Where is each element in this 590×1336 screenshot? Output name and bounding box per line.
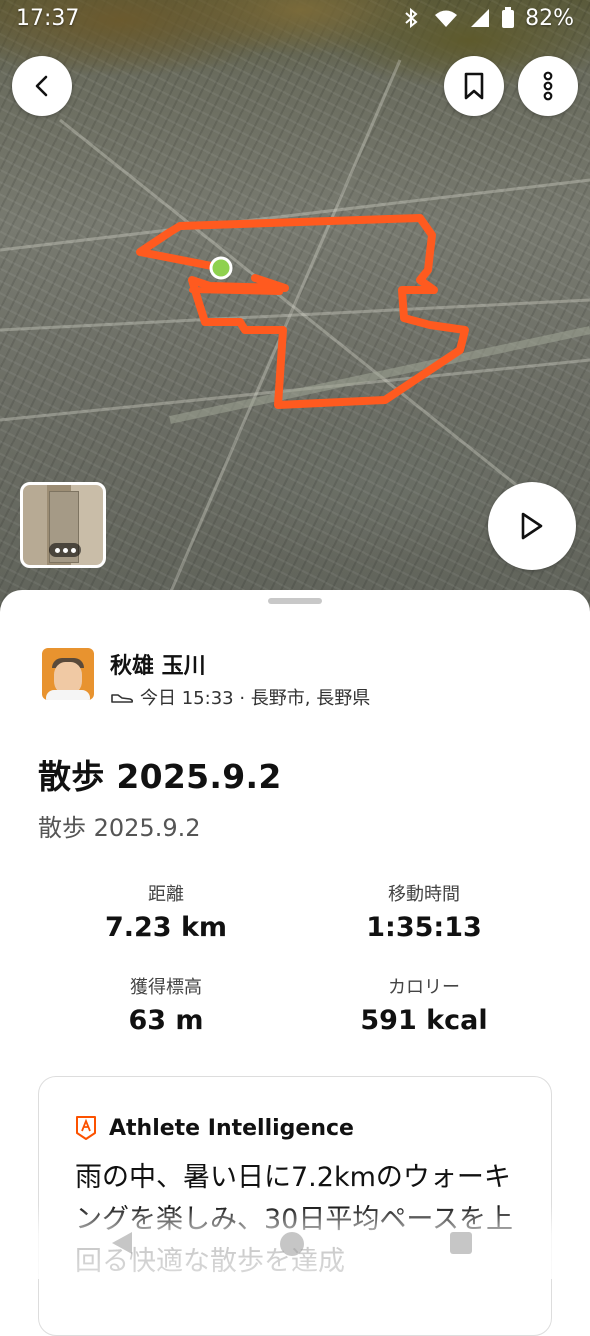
stat-distance: 距離 7.23 km: [46, 880, 286, 943]
activity-sheet: 秋雄 玉川 今日 15:33 · 長野市, 長野県 散歩 2025.9.2 散歩…: [0, 590, 590, 1336]
stat-calories: カロリー 591 kcal: [304, 973, 544, 1036]
photo-more-indicator: [49, 543, 81, 557]
status-time: 17:37: [16, 5, 80, 31]
start-marker: [209, 256, 233, 280]
stat-label: 移動時間: [388, 884, 460, 905]
battery-icon: [502, 7, 515, 28]
play-flyover-button[interactable]: [488, 482, 576, 570]
stat-value: 7.23 km: [104, 912, 228, 943]
chevron-left-icon: [35, 75, 48, 97]
photo-thumbnail[interactable]: [20, 482, 106, 568]
stat-value: 1:35:13: [366, 912, 482, 943]
nav-home-icon[interactable]: [278, 1230, 306, 1258]
shoe-icon: [111, 694, 134, 703]
stat-value: 591 kcal: [360, 1005, 488, 1036]
activity-title: 散歩 2025.9.2: [38, 757, 282, 796]
nav-recents-icon[interactable]: [448, 1230, 474, 1256]
stat-moving-time: 移動時間 1:35:13: [304, 880, 544, 943]
avatar[interactable]: [42, 648, 94, 700]
back-button[interactable]: [12, 56, 72, 116]
nav-back-icon[interactable]: [108, 1230, 136, 1256]
more-button[interactable]: [518, 56, 578, 116]
play-icon: [521, 512, 543, 540]
more-vertical-icon: [543, 71, 553, 101]
activity-description: 散歩 2025.9.2: [38, 814, 201, 842]
bookmark-button[interactable]: [444, 56, 504, 116]
athlete-intelligence-title: Athlete Intelligence: [109, 1115, 354, 1141]
stat-label: 獲得標高: [130, 977, 202, 998]
athlete-intelligence-icon: [76, 1116, 96, 1140]
activity-meta: 今日 15:33 · 長野市, 長野県: [110, 684, 370, 710]
bookmark-icon: [464, 72, 484, 100]
signal-icon: [471, 9, 490, 27]
wifi-icon: [435, 10, 458, 27]
battery-level: 82%: [525, 5, 574, 31]
stat-label: 距離: [148, 884, 184, 905]
stat-elevation: 獲得標高 63 m: [46, 973, 286, 1036]
route-path: [136, 214, 469, 409]
status-bar: 17:37 82%: [0, 0, 590, 36]
bluetooth-icon: [405, 8, 418, 28]
activity-meta-text: 今日 15:33 · 長野市, 長野県: [140, 688, 371, 709]
sheet-drag-handle[interactable]: [268, 598, 322, 604]
stat-value: 63 m: [128, 1005, 204, 1036]
athlete-name[interactable]: 秋雄 玉川: [110, 648, 206, 680]
stat-label: カロリー: [388, 977, 460, 998]
